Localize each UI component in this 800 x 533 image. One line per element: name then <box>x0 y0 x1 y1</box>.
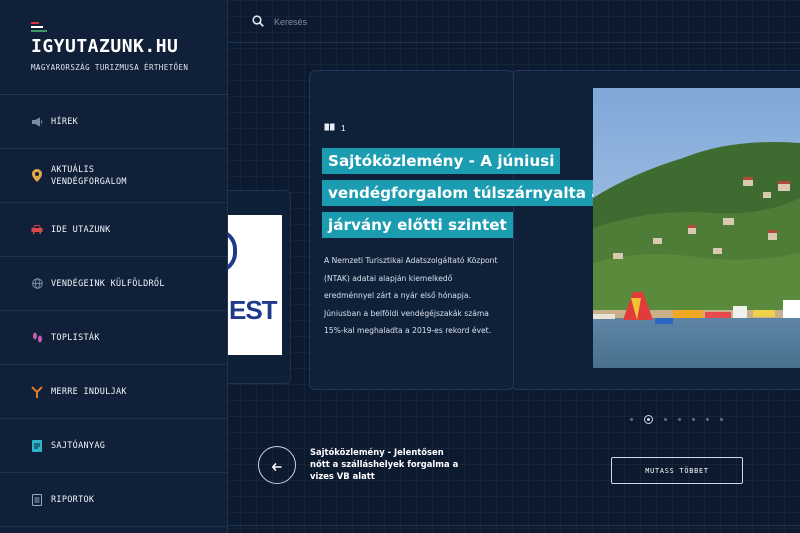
search-icon[interactable] <box>252 12 264 31</box>
nav-label: RIPORTOK <box>51 494 95 505</box>
search-bar <box>252 12 476 31</box>
nav-item-aktualis-vendegforgalom[interactable]: AKTUÁLIS VENDÉGFORGALOM <box>0 149 227 203</box>
slide-meta: 1 <box>324 123 345 133</box>
nav-item-hirek[interactable]: HÍREK <box>0 95 227 149</box>
slide-headline[interactable]: Sajtóközlemény - A júniusi vendégforgalo… <box>322 145 612 241</box>
pagination-dot[interactable] <box>678 418 681 421</box>
pagination-dot[interactable] <box>630 418 633 421</box>
nav-item-sajtoanyag[interactable]: SAJTÓANYAG <box>0 419 227 473</box>
header-divider <box>228 42 800 43</box>
globe-icon <box>31 278 43 290</box>
nav-label: VENDÉGEINK KÜLFÖLDRŐL <box>51 278 165 289</box>
previous-article-title[interactable]: Sajtóközlemény - Jelentősen nőtt a száll… <box>310 446 460 482</box>
pagination-dot[interactable] <box>720 418 723 421</box>
nav-item-riportok[interactable]: RIPORTOK <box>0 473 227 527</box>
logo-arc-shape <box>227 229 237 273</box>
headline-text[interactable]: Sajtóközlemény - A júniusi vendégforgalo… <box>322 148 608 238</box>
pagination-dot[interactable] <box>706 418 709 421</box>
logo-text: EST <box>229 295 278 325</box>
car-icon <box>31 224 43 236</box>
hungarian-flag-icon <box>31 22 47 34</box>
nav-item-vendegeink-kulfoldrol[interactable]: VENDÉGEINK KÜLFÖLDRŐL <box>0 257 227 311</box>
nav-label: AKTUÁLIS VENDÉGFORGALOM <box>51 164 127 187</box>
slide-photo[interactable] <box>593 88 800 368</box>
pagination-dot-active[interactable] <box>644 415 653 424</box>
previous-article-button[interactable] <box>258 446 296 484</box>
previous-card-image[interactable]: EST <box>227 215 282 355</box>
report-icon <box>31 493 43 506</box>
signpost-icon <box>31 385 43 398</box>
nav-item-merre-induljak[interactable]: MERRE INDULJAK <box>0 365 227 419</box>
main-nav: HÍREK AKTUÁLIS VENDÉGFORGALOM IDE UTAZUN… <box>0 95 227 527</box>
arrow-left-icon <box>271 456 282 475</box>
nav-label: TOPLISTÁK <box>51 332 100 343</box>
map-pin-icon <box>31 169 43 182</box>
nav-item-toplistak[interactable]: TOPLISTÁK <box>0 311 227 365</box>
slide-index: 1 <box>341 123 346 133</box>
book-icon <box>324 123 335 133</box>
pagination-dot[interactable] <box>664 418 667 421</box>
megaphone-icon <box>31 116 43 128</box>
footprints-icon <box>31 332 43 344</box>
show-more-button[interactable]: MUTASS TÖBBET <box>611 457 743 484</box>
nav-label: MERRE INDULJAK <box>51 386 127 397</box>
pagination-dot[interactable] <box>692 418 695 421</box>
nav-label: SAJTÓANYAG <box>51 440 106 451</box>
nav-label: HÍREK <box>51 116 79 127</box>
footer-divider <box>228 525 800 526</box>
sidebar: IGYUTAZUNK.HU MAGYARORSZÁG TURIZMUSA ÉRT… <box>0 0 228 533</box>
slide-description: A Nemzeti Turisztikai Adatszolgáltató Kö… <box>324 256 498 336</box>
document-icon <box>31 439 43 452</box>
nav-item-ide-utazunk[interactable]: IDE UTAZUNK <box>0 203 227 257</box>
nav-label: IDE UTAZUNK <box>51 224 111 235</box>
search-input[interactable] <box>272 15 476 28</box>
site-logo-title[interactable]: IGYUTAZUNK.HU <box>31 36 178 57</box>
brand-header[interactable]: IGYUTAZUNK.HU MAGYARORSZÁG TURIZMUSA ÉRT… <box>0 0 227 95</box>
site-tagline: MAGYARORSZÁG TURIZMUSA ÉRTHETŐEN <box>31 63 189 72</box>
carousel-pagination <box>630 415 734 424</box>
